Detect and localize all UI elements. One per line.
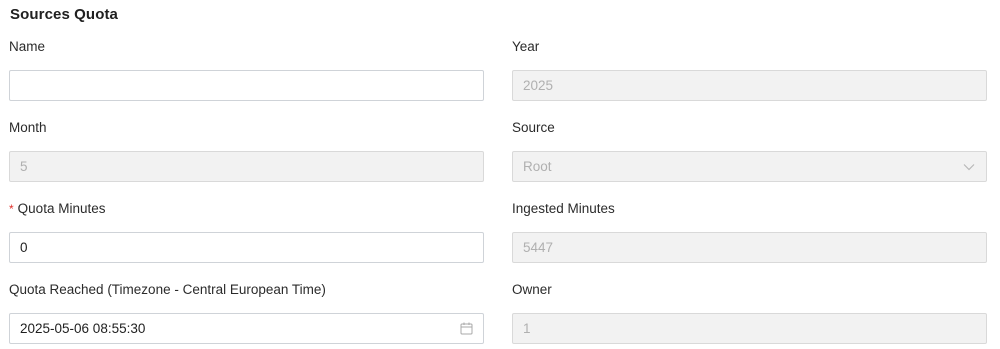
quota-minutes-label-row: * Quota Minutes [9,200,484,218]
owner-label: Owner [512,282,552,297]
sources-quota-form: Sources Quota Name Year 2025 Month 5 Sou… [0,0,1000,349]
quota-reached-value: 2025-05-06 08:55:30 [20,321,146,336]
required-mark: * [9,202,14,216]
name-input[interactable] [9,70,484,101]
quota-reached-label: Quota Reached (Timezone - Central Europe… [9,282,326,297]
year-input: 2025 [512,70,987,101]
ingested-minutes-field-group: Ingested Minutes 5447 [512,200,987,263]
source-value: Root [523,159,552,174]
source-field-group: Source Root [512,119,987,182]
name-label: Name [9,39,46,54]
quota-reached-field-group: Quota Reached (Timezone - Central Europe… [9,281,484,344]
month-input: 5 [9,151,484,182]
name-field-group: Name [9,38,484,101]
quota-reached-datepicker[interactable]: 2025-05-06 08:55:30 [9,313,484,344]
quota-minutes-input[interactable]: 0 [9,232,484,263]
owner-input: 1 [512,313,987,344]
ingested-minutes-value: 5447 [523,240,554,255]
month-label: Month [9,120,47,135]
quota-minutes-label: Quota Minutes [17,201,106,216]
year-label: Year [512,39,540,54]
source-select: Root [512,151,987,182]
ingested-minutes-input: 5447 [512,232,987,263]
form-title: Sources Quota [10,6,118,23]
quota-minutes-value: 0 [20,240,28,255]
owner-value: 1 [523,321,531,336]
year-value: 2025 [523,78,554,93]
quota-minutes-field-group: * Quota Minutes 0 [9,200,484,263]
source-label: Source [512,120,555,135]
year-field-group: Year 2025 [512,38,987,101]
chevron-down-icon [962,160,976,174]
calendar-icon[interactable] [459,322,473,336]
month-value: 5 [20,159,28,174]
ingested-minutes-label: Ingested Minutes [512,201,615,216]
month-field-group: Month 5 [9,119,484,182]
owner-field-group: Owner 1 [512,281,987,344]
